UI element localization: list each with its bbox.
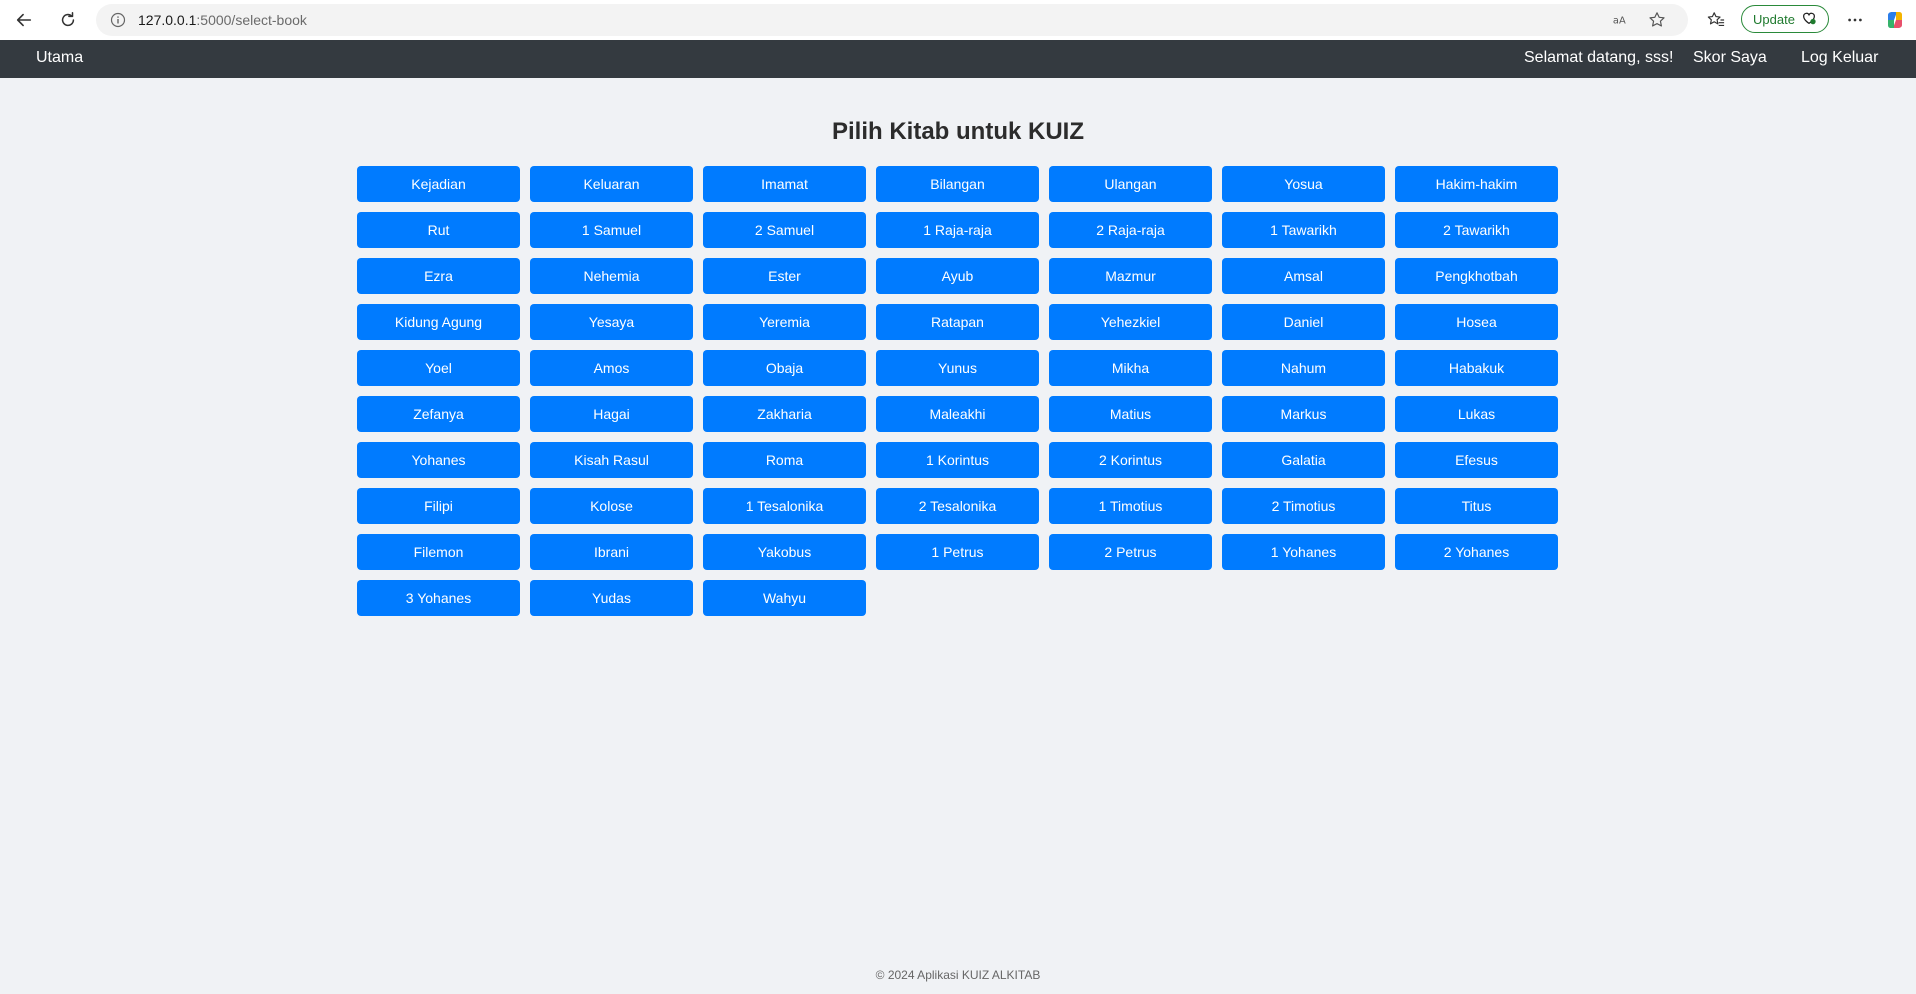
book-button[interactable]: 2 Tesalonika — [876, 488, 1039, 524]
book-button[interactable]: 2 Petrus — [1049, 534, 1212, 570]
book-button[interactable]: Yudas — [530, 580, 693, 616]
book-button[interactable]: Daniel — [1222, 304, 1385, 340]
page-title: Pilih Kitab untuk KUIZ — [832, 118, 1084, 145]
book-button[interactable]: Yakobus — [703, 534, 866, 570]
book-button[interactable]: Yohanes — [357, 442, 520, 478]
book-button[interactable]: 1 Korintus — [876, 442, 1039, 478]
book-button[interactable]: Kisah Rasul — [530, 442, 693, 478]
welcome-text: Selamat datang, sss! — [1524, 49, 1674, 66]
svg-text:aA: aA — [1613, 16, 1626, 27]
back-arrow-icon[interactable] — [10, 6, 38, 34]
book-button[interactable]: Matius — [1049, 396, 1212, 432]
book-button[interactable]: Yeremia — [703, 304, 866, 340]
book-button[interactable]: Amos — [530, 350, 693, 386]
book-button[interactable]: Titus — [1395, 488, 1558, 524]
book-button[interactable]: Yesaya — [530, 304, 693, 340]
url-text[interactable]: 127.0.0.1:5000/select-book — [138, 12, 307, 28]
book-button[interactable]: Yosua — [1222, 166, 1385, 202]
url-path: :5000/select-book — [196, 12, 307, 28]
book-button[interactable]: 2 Timotius — [1222, 488, 1385, 524]
nav-score-link[interactable]: Skor Saya — [1693, 49, 1767, 67]
book-button[interactable]: Efesus — [1395, 442, 1558, 478]
book-button[interactable]: Hakim-hakim — [1395, 166, 1558, 202]
book-button[interactable]: Hosea — [1395, 304, 1558, 340]
book-button[interactable]: Imamat — [703, 166, 866, 202]
book-button[interactable]: Yoel — [357, 350, 520, 386]
book-button[interactable]: Yunus — [876, 350, 1039, 386]
book-button[interactable]: Rut — [357, 212, 520, 248]
star-icon[interactable] — [1647, 10, 1667, 30]
page-content: Utama Selamat datang, sss! Skor Saya Log… — [0, 40, 1916, 994]
nav-logout-link[interactable]: Log Keluar — [1801, 49, 1878, 67]
book-button[interactable]: Zefanya — [357, 396, 520, 432]
book-button[interactable]: Markus — [1222, 396, 1385, 432]
browser-toolbar: 127.0.0.1:5000/select-book aA Update — [0, 0, 1916, 41]
book-button[interactable]: Hagai — [530, 396, 693, 432]
book-button[interactable]: Mazmur — [1049, 258, 1212, 294]
book-button[interactable]: Nahum — [1222, 350, 1385, 386]
book-button[interactable]: Nehemia — [530, 258, 693, 294]
update-button[interactable]: Update — [1741, 5, 1829, 33]
book-button[interactable]: Kidung Agung — [357, 304, 520, 340]
copilot-icon[interactable] — [1884, 9, 1906, 31]
more-icon[interactable] — [1844, 9, 1866, 31]
book-button[interactable]: Zakharia — [703, 396, 866, 432]
book-button[interactable]: Kejadian — [357, 166, 520, 202]
book-button[interactable]: Mikha — [1049, 350, 1212, 386]
book-button[interactable]: Lukas — [1395, 396, 1558, 432]
info-icon[interactable] — [110, 12, 126, 28]
reload-icon[interactable] — [54, 6, 82, 34]
book-button[interactable]: 3 Yohanes — [357, 580, 520, 616]
nav-home-link[interactable]: Utama — [36, 49, 83, 67]
book-button[interactable]: 1 Timotius — [1049, 488, 1212, 524]
update-label: Update — [1753, 11, 1795, 27]
book-button[interactable]: Ulangan — [1049, 166, 1212, 202]
book-button[interactable]: Keluaran — [530, 166, 693, 202]
book-button[interactable]: 2 Yohanes — [1395, 534, 1558, 570]
book-button[interactable]: Yehezkiel — [1049, 304, 1212, 340]
url-host: 127.0.0.1 — [138, 12, 197, 28]
book-button[interactable]: Ayub — [876, 258, 1039, 294]
book-button[interactable]: 2 Korintus — [1049, 442, 1212, 478]
book-button[interactable]: Bilangan — [876, 166, 1039, 202]
book-button[interactable]: Ibrani — [530, 534, 693, 570]
book-button[interactable]: Wahyu — [703, 580, 866, 616]
favorites-icon[interactable] — [1705, 9, 1727, 31]
book-button[interactable]: Ratapan — [876, 304, 1039, 340]
book-button[interactable]: 1 Petrus — [876, 534, 1039, 570]
book-button[interactable]: 2 Tawarikh — [1395, 212, 1558, 248]
book-button[interactable]: 2 Samuel — [703, 212, 866, 248]
heart-update-icon — [1801, 10, 1817, 29]
book-button[interactable]: Habakuk — [1395, 350, 1558, 386]
read-aloud-icon[interactable]: aA — [1611, 10, 1631, 30]
book-button[interactable]: Kolose — [530, 488, 693, 524]
book-button[interactable]: 1 Tawarikh — [1222, 212, 1385, 248]
book-button[interactable]: 1 Tesalonika — [703, 488, 866, 524]
book-button[interactable]: 1 Samuel — [530, 212, 693, 248]
book-button[interactable]: Amsal — [1222, 258, 1385, 294]
book-button[interactable]: Obaja — [703, 350, 866, 386]
book-button[interactable]: 2 Raja-raja — [1049, 212, 1212, 248]
book-button[interactable]: Pengkhotbah — [1395, 258, 1558, 294]
book-button[interactable]: 1 Raja-raja — [876, 212, 1039, 248]
book-button[interactable]: Roma — [703, 442, 866, 478]
book-button[interactable]: Filipi — [357, 488, 520, 524]
address-bar[interactable]: 127.0.0.1:5000/select-book aA — [96, 4, 1688, 36]
book-button[interactable]: Maleakhi — [876, 396, 1039, 432]
book-button[interactable]: Filemon — [357, 534, 520, 570]
book-button[interactable]: Ester — [703, 258, 866, 294]
book-button[interactable]: 1 Yohanes — [1222, 534, 1385, 570]
footer-copyright: © 2024 Aplikasi KUIZ ALKITAB — [875, 968, 1041, 982]
top-navbar: Utama Selamat datang, sss! Skor Saya Log… — [0, 40, 1916, 78]
book-button[interactable]: Ezra — [357, 258, 520, 294]
book-button[interactable]: Galatia — [1222, 442, 1385, 478]
book-grid: Kejadian Keluaran Imamat Bilangan Ulangan Yos… — [357, 166, 1558, 616]
